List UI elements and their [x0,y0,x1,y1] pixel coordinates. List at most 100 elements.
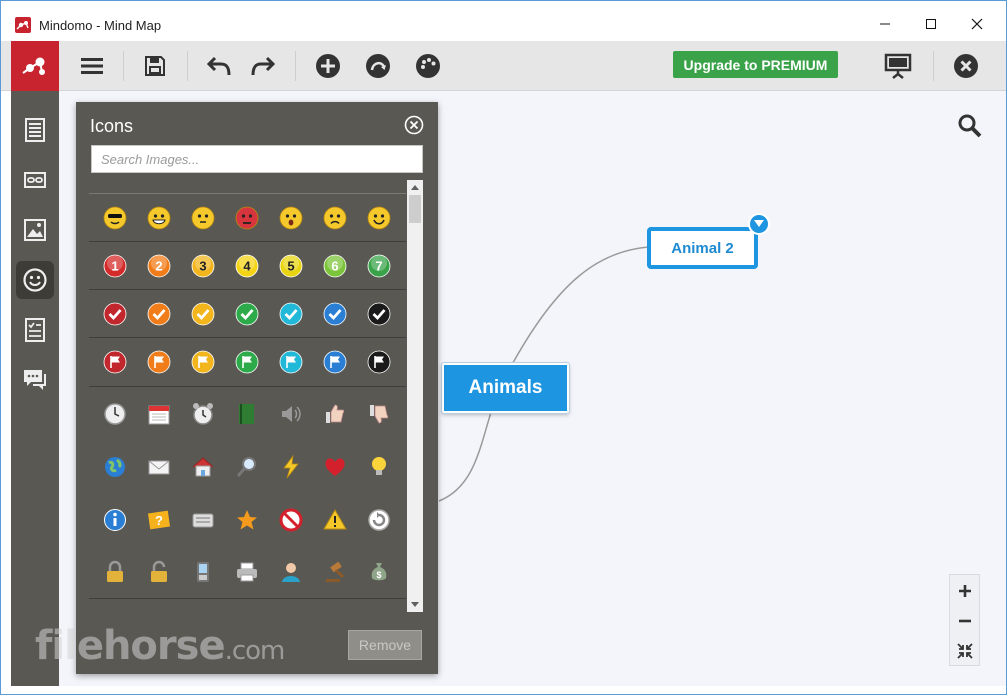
unlock-icon-glyph [151,560,167,582]
emoji-sad-icon[interactable] [313,194,357,241]
flag-icon[interactable] [357,338,401,386]
flag-icon[interactable] [137,338,181,386]
light-bulb-icon[interactable] [357,440,401,493]
globe-icon[interactable] [93,440,137,493]
priority-number-label: 7 [375,258,382,273]
child-topic-node[interactable]: Animal 2 [647,227,758,269]
progress-check-icon[interactable] [357,290,401,337]
envelope-icon[interactable] [137,440,181,493]
warning-icon[interactable] [313,493,357,546]
mobile-phone-icon[interactable] [181,546,225,598]
priority-5-icon[interactable]: 5 [269,242,313,289]
clock-icon[interactable] [93,387,137,440]
user-icon[interactable] [269,546,313,598]
star-icon[interactable] [225,493,269,546]
emoji-cool-icon[interactable] [93,194,137,241]
flag-icon[interactable] [269,338,313,386]
mindomo-logo[interactable] [11,41,59,91]
undo-button[interactable] [205,51,235,81]
alarm-clock-icon[interactable] [181,387,225,440]
scroll-up-arrow[interactable] [407,180,423,195]
unlock-icon[interactable] [137,546,181,598]
progress-check-icon[interactable] [269,290,313,337]
theme-button[interactable] [413,51,443,81]
lock-icon[interactable] [93,546,137,598]
info-icon[interactable] [93,493,137,546]
scroll-thumb[interactable] [409,195,421,223]
scroll-down-arrow[interactable] [407,597,423,612]
flag-icon[interactable] [93,338,137,386]
money-bag-icon[interactable]: $ [357,546,401,598]
help-icon[interactable]: ? [137,493,181,546]
upgrade-premium-button[interactable]: Upgrade to PREMIUM [673,51,838,78]
emoji-grin-icon[interactable] [137,194,181,241]
sidebar-link-button[interactable] [16,161,54,199]
progress-check-icon[interactable] [313,290,357,337]
gavel-icon[interactable] [313,546,357,598]
remove-icon-button[interactable]: Remove [348,630,422,660]
emoji-surprised-icon[interactable] [269,194,313,241]
topic-dropdown-button[interactable] [748,213,770,235]
priority-3-icon-glyph: 3 [191,254,215,277]
priority-3-icon[interactable]: 3 [181,242,225,289]
magnifier-icon[interactable] [225,440,269,493]
sidebar-icons-button[interactable] [16,261,54,299]
flag-icon[interactable] [181,338,225,386]
presentation-button[interactable] [883,51,913,81]
maximize-button[interactable] [908,9,954,39]
emoji-angry-icon[interactable] [225,194,269,241]
progress-check-icon[interactable] [225,290,269,337]
priority-6-icon[interactable]: 6 [313,242,357,289]
minimize-button[interactable] [862,9,908,39]
close-window-button[interactable] [954,9,1000,39]
keyboard-icon[interactable] [181,493,225,546]
heart-icon[interactable] [313,440,357,493]
menu-button[interactable] [77,51,107,81]
central-topic-node[interactable]: Animals [442,363,569,413]
priority-7-icon[interactable]: 7 [357,242,401,289]
book-icon[interactable] [225,387,269,440]
no-entry-icon[interactable] [269,493,313,546]
printer-icon[interactable] [225,546,269,598]
flag-icon[interactable] [313,338,357,386]
priority-number-label: 3 [199,258,206,273]
priority-2-icon[interactable]: 2 [137,242,181,289]
panel-close-button[interactable] [404,115,424,135]
home-icon[interactable] [181,440,225,493]
calendar-icon[interactable] [137,387,181,440]
zoom-in-button[interactable] [950,576,979,606]
thumbs-up-icon[interactable] [313,387,357,440]
sidebar-comments-button[interactable] [16,361,54,399]
lightning-icon[interactable] [269,440,313,493]
flag-icon[interactable] [225,338,269,386]
printer-icon-glyph [237,562,257,582]
thumbs-down-icon[interactable] [357,387,401,440]
refresh-icon[interactable] [357,493,401,546]
icon-row [89,440,406,493]
sidebar-notes-button[interactable] [16,111,54,149]
flag-icon-glyph [235,350,259,374]
sidebar-tasks-button[interactable] [16,311,54,349]
save-button[interactable] [140,51,170,81]
close-map-button[interactable] [951,51,981,81]
emoji-happy-icon[interactable] [357,194,401,241]
add-topic-button[interactable] [313,51,343,81]
priority-4-icon[interactable]: 4 [225,242,269,289]
priority-1-icon[interactable]: 1 [93,242,137,289]
fit-to-screen-button[interactable] [950,636,979,666]
sidebar-image-button[interactable] [16,211,54,249]
image-search-input[interactable] [91,145,423,173]
redo-button[interactable] [247,51,277,81]
progress-check-icon[interactable] [137,290,181,337]
arrow-down-icon [411,602,419,607]
progress-check-icon[interactable] [93,290,137,337]
emoji-surprised-icon-glyph [279,206,303,229]
zoom-out-button[interactable] [950,606,979,636]
speaker-icon[interactable] [269,387,313,440]
relationship-button[interactable] [363,51,393,81]
progress-check-icon[interactable] [181,290,225,337]
user-icon-glyph [282,563,300,582]
icon-grid-scrollbar[interactable] [407,180,423,612]
emoji-smile-icon[interactable] [181,194,225,241]
canvas-search-button[interactable] [957,113,983,139]
